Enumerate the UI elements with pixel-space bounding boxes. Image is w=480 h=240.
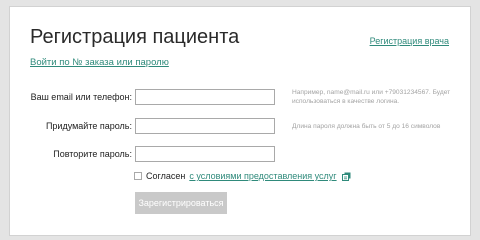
registration-card: Регистрация пациента Регистрация врача В…	[9, 6, 471, 236]
email-row: Ваш email или телефон: Например, name@ma…	[10, 89, 470, 107]
login-by-order-link[interactable]: Войти по № заказа или паролю	[30, 57, 169, 68]
doctor-registration-link[interactable]: Регистрация врача	[370, 36, 449, 46]
password-hint: Длина пароля должна быть от 5 до 16 симв…	[292, 123, 441, 130]
agree-text: Согласен	[146, 171, 186, 181]
register-button[interactable]: Зарегистрироваться	[135, 192, 227, 214]
agree-checkbox[interactable]	[134, 172, 142, 180]
password-row: Придумайте пароль: Длина пароля должна б…	[10, 118, 470, 136]
password-label: Придумайте пароль:	[45, 121, 132, 131]
page-title: Регистрация пациента	[30, 26, 240, 48]
email-label: Ваш email или телефон:	[30, 92, 132, 102]
repeat-password-input[interactable]	[135, 146, 275, 162]
email-hint: Например, name@mail.ru или +79031234567.…	[292, 89, 451, 105]
email-input[interactable]	[135, 89, 275, 105]
repeat-password-row: Повторите пароль:	[10, 146, 470, 164]
password-input[interactable]	[135, 118, 275, 134]
agree-row: Согласен с условиями предоставления услу…	[134, 171, 351, 181]
document-icon[interactable]	[341, 172, 351, 181]
terms-link[interactable]: с условиями предоставления услуг	[189, 171, 336, 181]
repeat-password-label: Повторите пароль:	[53, 149, 132, 159]
